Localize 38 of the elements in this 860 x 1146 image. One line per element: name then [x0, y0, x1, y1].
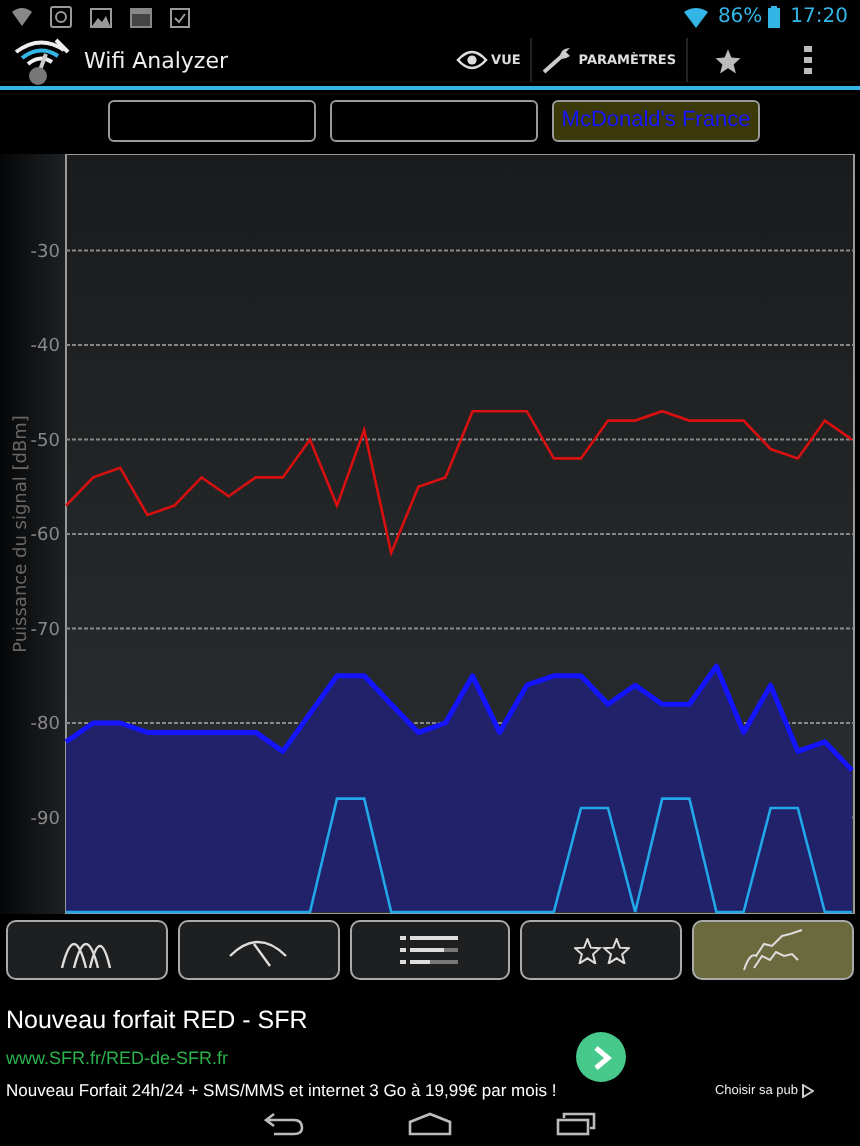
rating-view-tab[interactable]: [520, 920, 683, 980]
axis-tick-label: -50: [30, 431, 60, 452]
ad-text: Nouveau Forfait 24h/24 + SMS/MMS et internet 3 Go à 19,99€ par mois !: [6, 1080, 559, 1100]
ad-link[interactable]: www.SFR.fr/RED-de-SFR.fr: [6, 1047, 229, 1067]
network-filter-button[interactable]: [330, 99, 538, 141]
eye-icon: [455, 50, 488, 70]
battery-icon: [768, 6, 781, 28]
play-icon: [802, 1084, 814, 1098]
channel-view-tab[interactable]: [6, 920, 168, 980]
time-graph-icon: [741, 928, 806, 972]
star-icon: [714, 47, 742, 73]
wifi-signal-icon: [683, 7, 708, 27]
gauge-view-tab[interactable]: [177, 920, 340, 980]
clipboard-icon: [170, 6, 190, 28]
network-filter-button[interactable]: [108, 99, 316, 141]
image-icon: [90, 7, 112, 27]
battery-percent: 86%: [717, 6, 763, 28]
overflow-icon: [804, 46, 812, 74]
axis-tick-label: -30: [30, 242, 60, 263]
chevron-right-icon: [591, 1045, 611, 1069]
wrench-icon: [542, 46, 575, 74]
time-view-tab[interactable]: [692, 920, 854, 980]
stars-icon: [573, 937, 630, 963]
list-icon: [399, 932, 460, 968]
axis-tick-label: -60: [30, 526, 60, 546]
y-axis-title: Puissance du signal [dBm]: [12, 415, 32, 653]
list-view-tab[interactable]: [349, 920, 511, 980]
sync-icon: [50, 6, 72, 28]
axis-tick-label: -90: [30, 809, 60, 830]
wifi-icon: [12, 8, 32, 26]
axis-tick-label: -40: [30, 337, 60, 357]
calendar-icon: [130, 7, 152, 27]
ad-title: Nouveau forfait RED - SFR: [6, 1006, 310, 1034]
app-title: Wifi Analyzer: [84, 47, 230, 73]
arrow-button[interactable]: [576, 1032, 626, 1082]
clock: 17:20: [790, 6, 848, 28]
axis-tick-label: -80: [30, 715, 60, 735]
axis-tick-label: -70: [30, 620, 60, 641]
